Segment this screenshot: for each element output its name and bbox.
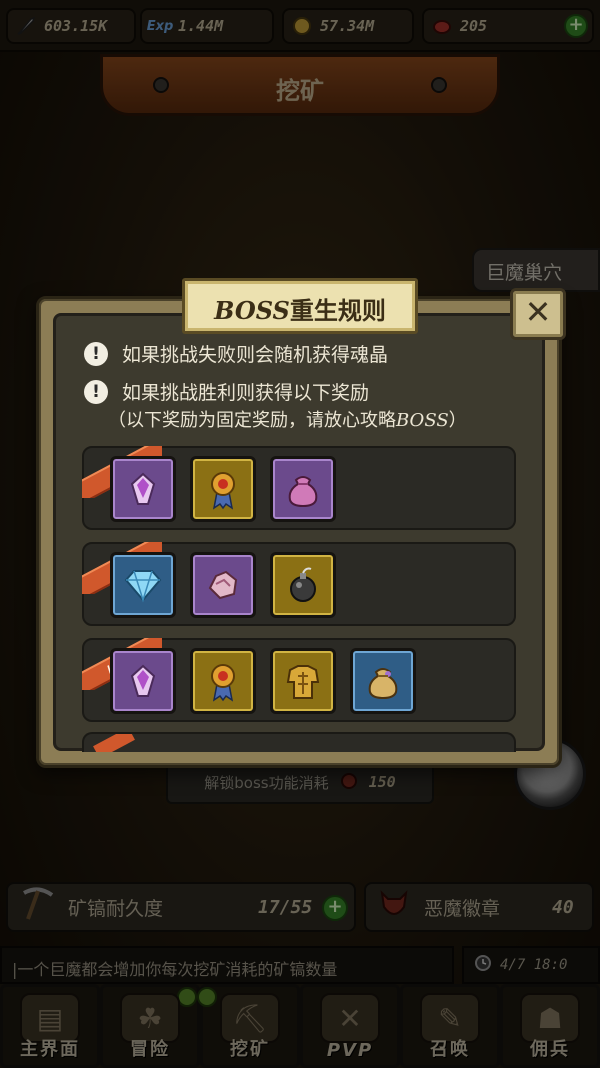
rule-line-fail: ! 如果挑战失败则会随机获得魂晶 xyxy=(84,340,388,367)
dialog-title: BOSS重生规则 xyxy=(182,278,418,334)
loot-bag-icon[interactable] xyxy=(270,456,336,522)
diamond-icon[interactable] xyxy=(110,552,176,618)
exclamation-icon: ! xyxy=(84,379,108,404)
medal-icon[interactable] xyxy=(190,456,256,522)
rule-line-win: ! 如果挑战胜利则获得以下奖励 xyxy=(84,378,369,405)
reward-tier-row: Lv8-10 xyxy=(82,638,516,722)
rule-text: 如果挑战失败则会随机获得魂晶 xyxy=(122,344,389,366)
ore-chunk-icon[interactable] xyxy=(190,552,256,618)
soul-crystal-icon[interactable] xyxy=(110,456,176,522)
tier-tag xyxy=(93,734,135,752)
reward-tier-row: Lv1-4 xyxy=(82,446,516,530)
note-text: （以下奖励为固定奖励，请放心攻略 xyxy=(108,410,396,431)
reward-tier-row: Lv5-7 xyxy=(82,542,516,626)
note-close-text: ） xyxy=(448,410,467,431)
note-boss-text: BOSS xyxy=(396,410,449,431)
soul-crystal-icon[interactable] xyxy=(110,648,176,714)
close-button[interactable]: ✕ xyxy=(510,288,566,340)
reward-note: （以下奖励为固定奖励，请放心攻略BOSS） xyxy=(108,406,467,432)
medal-icon[interactable] xyxy=(190,648,256,714)
gold-bag-icon[interactable] xyxy=(350,648,416,714)
reward-tier-row-partial xyxy=(82,732,516,752)
bomb-icon[interactable] xyxy=(270,552,336,618)
exclamation-icon: ! xyxy=(84,341,108,366)
title-boss-text: BOSS xyxy=(214,296,290,325)
golden-armor-icon[interactable] xyxy=(270,648,336,714)
title-rules-text: 重生规则 xyxy=(289,297,386,325)
rule-text: 如果挑战胜利则获得以下奖励 xyxy=(122,382,370,404)
